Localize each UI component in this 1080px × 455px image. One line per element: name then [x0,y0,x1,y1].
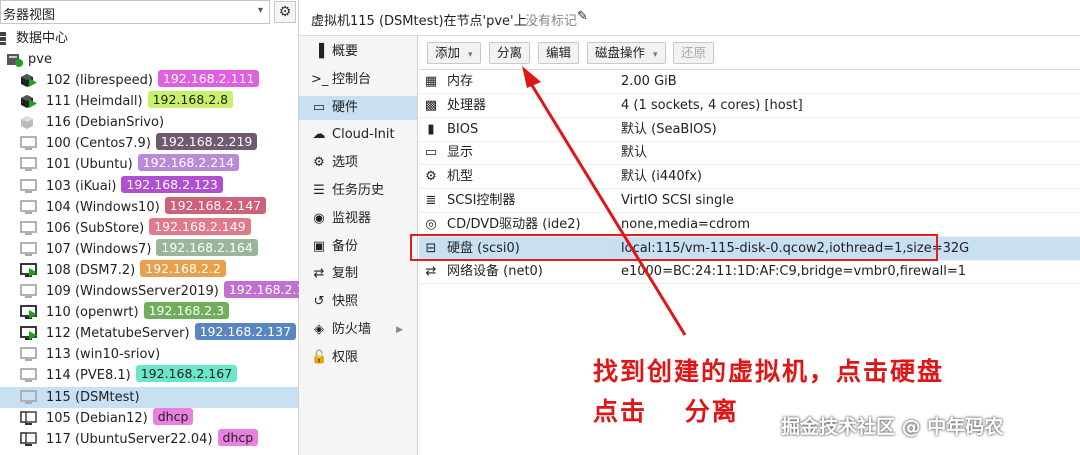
annotation-text-line2: 点击 分离 [593,397,739,426]
watermark: 掘金技术社区 @ 中年码农 [781,416,1004,438]
annotation-text-line1: 找到创建的虚拟机，点击硬盘 [593,357,945,386]
